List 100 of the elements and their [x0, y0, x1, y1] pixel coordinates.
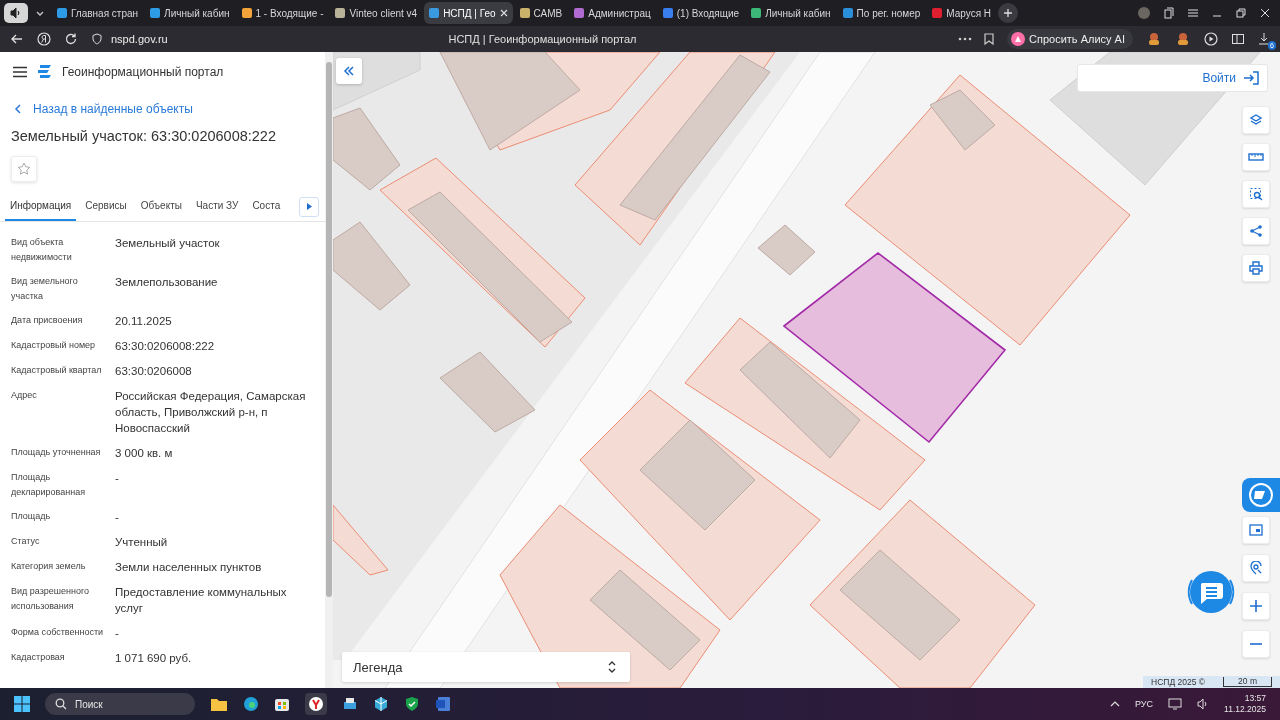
- scroll-tabs-button[interactable]: [299, 196, 319, 217]
- print-icon: [1249, 261, 1263, 275]
- scrollbar-thumb[interactable]: [326, 62, 332, 597]
- browser-tab[interactable]: НСПД | Гео: [424, 2, 513, 24]
- info-tab[interactable]: Сервисы: [80, 192, 132, 221]
- print-button[interactable]: [1242, 254, 1270, 282]
- printer-app-icon[interactable]: [342, 696, 358, 712]
- up-down-icon: [608, 661, 616, 673]
- monitor-icon[interactable]: [1168, 698, 1183, 710]
- page-title: НСПД | Геоинформационный портал: [448, 33, 637, 45]
- close-icon[interactable]: [499, 9, 508, 17]
- field-label: Адрес: [11, 389, 38, 402]
- sound-button[interactable]: [4, 3, 28, 23]
- folder-icon[interactable]: [210, 696, 228, 712]
- extension-icon[interactable]: [1146, 31, 1162, 47]
- cube-icon[interactable]: [373, 696, 389, 712]
- info-tab[interactable]: Соста: [247, 192, 286, 221]
- ruler-button[interactable]: [1242, 143, 1270, 171]
- legend-dropdown[interactable]: Легенда: [342, 652, 630, 682]
- more-icon[interactable]: [958, 37, 973, 41]
- browser-tab[interactable]: По рег. номер: [837, 2, 926, 24]
- new-tab-button[interactable]: [998, 3, 1019, 23]
- map-tool-button[interactable]: [1242, 554, 1270, 582]
- browser-tab[interactable]: Маруся Н: [927, 2, 997, 24]
- layers-icon: [1249, 113, 1263, 127]
- field-value: 63:30:0206008: [115, 364, 193, 379]
- reload-icon[interactable]: [64, 32, 78, 46]
- close-icon[interactable]: [1259, 7, 1271, 19]
- browser-tab[interactable]: (1) Входящие: [657, 2, 745, 24]
- extension-icon[interactable]: [1175, 31, 1191, 47]
- area-search-button[interactable]: [1242, 180, 1270, 208]
- field-value: Предоставление коммунальных услуг: [115, 585, 288, 616]
- selected-parcel[interactable]: [782, 252, 1007, 444]
- double-chevron-left-icon: [343, 66, 355, 76]
- field-value: 3 000 кв. м: [115, 446, 174, 461]
- field-value: Земли населенных пунктов: [115, 560, 263, 575]
- word-icon[interactable]: [435, 696, 451, 712]
- field-value: 1 071 690 руб.: [115, 651, 193, 666]
- info-tab[interactable]: Части ЗУ: [190, 192, 244, 221]
- feedback-tab[interactable]: [1242, 478, 1280, 512]
- browser-app-icon[interactable]: [305, 693, 327, 715]
- browser-logo-icon[interactable]: [37, 32, 51, 46]
- field-label: Кадастровая: [11, 651, 66, 664]
- location-search-icon: [1249, 561, 1263, 575]
- language-indicator[interactable]: РУС: [1135, 699, 1154, 709]
- shield-icon[interactable]: [91, 33, 103, 45]
- bookmark-icon[interactable]: [984, 33, 995, 45]
- browser-tab[interactable]: 1 - Входящие -: [236, 2, 329, 24]
- map-tool-button[interactable]: [1242, 630, 1270, 658]
- shield-check-icon[interactable]: [404, 696, 420, 712]
- portal-logo-icon: [37, 64, 52, 80]
- collections-icon[interactable]: [1163, 7, 1175, 19]
- browser-tab[interactable]: САМВ: [514, 2, 568, 24]
- browser-tab[interactable]: Личный кабин: [145, 2, 235, 24]
- chevron-up-icon[interactable]: [1110, 700, 1121, 708]
- area-search-icon: [1249, 187, 1263, 201]
- scrollbar[interactable]: [325, 52, 333, 688]
- login-icon: [1243, 71, 1259, 85]
- map-tool-button[interactable]: [1242, 516, 1270, 544]
- browser-tab[interactable]: Администрац: [569, 2, 656, 24]
- field-label: Дата присвоения: [11, 314, 84, 327]
- login-button[interactable]: Войти: [1077, 64, 1268, 92]
- chat-logo-icon: [1248, 482, 1274, 508]
- address-field[interactable]: nspd.gov.ru: [111, 33, 168, 45]
- field-label: Площадь уточненная: [11, 446, 102, 459]
- browser-tab[interactable]: Личный кабин: [746, 2, 836, 24]
- sidebar-icon[interactable]: [1231, 32, 1245, 46]
- info-tab[interactable]: Объекты: [135, 192, 187, 221]
- clock-date[interactable]: 11.12.2025: [1224, 704, 1266, 715]
- share-button[interactable]: [1242, 217, 1270, 245]
- layers-button[interactable]: [1242, 106, 1270, 134]
- alice-button[interactable]: Спросить Алису AI: [1007, 29, 1133, 49]
- store-icon[interactable]: [274, 696, 290, 712]
- info-tab[interactable]: Информация: [5, 192, 77, 221]
- scale-bar: 20 m: [1223, 677, 1272, 687]
- field-label: Площадь: [11, 510, 52, 523]
- speaker-icon[interactable]: [1197, 698, 1210, 710]
- back-arrow-icon[interactable]: [10, 32, 24, 46]
- restore-icon[interactable]: [1235, 7, 1247, 19]
- field-value: -: [115, 626, 120, 641]
- windows-start-icon[interactable]: [14, 696, 30, 712]
- taskbar-search-field[interactable]: Поиск: [45, 693, 195, 715]
- browser-tab[interactable]: Vinteo client v4: [330, 2, 423, 24]
- alice-icon: [1011, 32, 1026, 46]
- back-link[interactable]: Назад в найденные объекты: [14, 102, 193, 116]
- share-icon: [1249, 224, 1263, 238]
- edge-browser-icon[interactable]: [243, 696, 259, 712]
- field-value: Российская Федерация, Самарская область, Приволжский р-н, п Новоспасский: [115, 389, 307, 436]
- object-heading: Земельный участок: 63:30:0206008:222: [11, 128, 277, 144]
- clock-time[interactable]: 13:57: [1244, 693, 1266, 704]
- browser-tab[interactable]: Главная стран: [52, 2, 144, 24]
- play-icon[interactable]: [1204, 32, 1218, 46]
- map-tool-button[interactable]: [1242, 592, 1270, 620]
- field-value: -: [115, 471, 120, 486]
- collapse-panel-button[interactable]: [336, 58, 362, 84]
- avatar-icon[interactable]: [1137, 6, 1151, 20]
- field-label: Кадастровый номер: [11, 339, 97, 352]
- download-icon[interactable]: [1258, 32, 1270, 46]
- menu-icon[interactable]: [13, 66, 27, 78]
- attribution: НСПД 2025 ©: [1151, 677, 1206, 687]
